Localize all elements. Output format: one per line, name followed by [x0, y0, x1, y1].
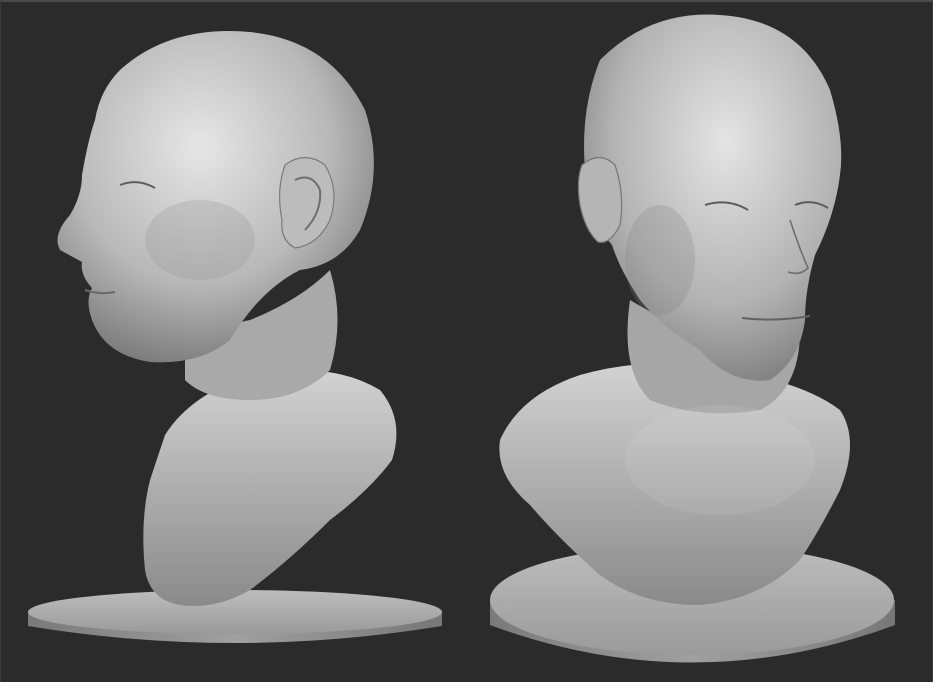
bust-side-base — [28, 590, 442, 643]
bust-side-model[interactable] — [28, 31, 442, 643]
bust-side-chest — [143, 370, 397, 606]
bust-three-quarter-ear — [577, 156, 623, 243]
viewport-canvas[interactable] — [0, 0, 933, 682]
bust-three-quarter-head — [584, 14, 842, 381]
sculpt-viewport[interactable] — [0, 0, 933, 682]
bust-three-quarter-model[interactable] — [490, 14, 895, 663]
